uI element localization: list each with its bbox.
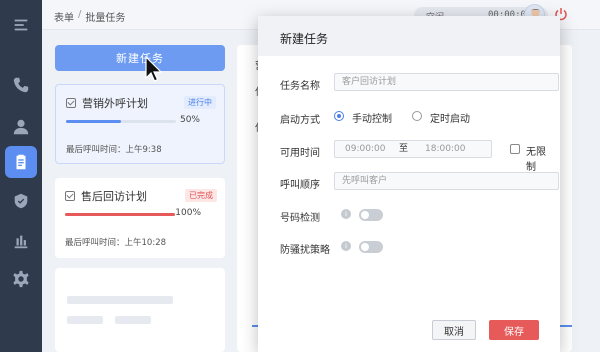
sidebar [0,0,42,352]
cancel-button[interactable]: 取消 [432,320,476,340]
last-call-time: 上午10:28 [124,238,167,248]
task-card[interactable]: 营销外呼计划 进行中 50% 最后呼叫时间： 上午9:38 [55,84,225,164]
progress-bar [66,120,176,123]
unlimited-checkbox[interactable] [510,144,520,154]
anti-harass-label: 防骚扰策略 [280,245,330,256]
breadcrumb-item[interactable]: 表单 [54,9,74,24]
clipboard-icon[interactable] [5,146,37,178]
mouse-cursor-icon [145,56,163,82]
task-check-icon [66,98,76,108]
placeholder-line [115,316,151,324]
placeholder-card [55,268,225,352]
gear-icon[interactable] [0,262,42,296]
modal-header: 新建任务 [258,16,560,56]
task-name-label: 任务名称 [280,81,320,92]
start-mode-label: 启动方式 [280,115,320,126]
call-order-label: 呼叫顺序 [280,180,320,191]
status-badge: 已完成 [185,189,217,202]
breadcrumb: 表单 / 批量任务 [54,9,125,24]
last-call-label: 最后呼叫时间： [65,238,125,248]
new-task-modal: 新建任务 任务名称 客户回访计划 启动方式 手动控制 定时启动 可用时间 09:… [258,16,560,352]
shield-icon[interactable] [0,184,42,218]
status-badge: 进行中 [184,96,216,109]
time-start: 09:00:00 [345,144,386,154]
number-check-label: 号码检测 [280,213,320,224]
last-call-label: 最后呼叫时间： [66,145,126,155]
progress-bar [65,213,175,216]
progress-fill [66,120,121,123]
progress-fill [65,213,175,216]
manual-radio-label[interactable]: 手动控制 [352,110,392,125]
task-name: 营销外呼计划 [82,97,148,110]
last-call: 最后呼叫时间： 上午9:38 [66,143,162,155]
bar-chart-icon[interactable] [0,224,42,258]
progress-label: 100% [175,208,201,218]
scheduled-radio-label[interactable]: 定时启动 [430,110,470,125]
start-mode-row: 启动方式 手动控制 定时启动 [280,107,550,127]
task-check-icon [65,191,75,201]
number-check-toggle[interactable] [359,209,383,221]
save-button[interactable]: 保存 [489,320,539,340]
available-time-row: 可用时间 09:00:00 至 18:00:00 无限制 [280,140,550,173]
task-name-row: 任务名称 客户回访计划 [280,73,559,93]
scheduled-radio[interactable] [412,111,422,121]
menu-icon[interactable] [0,8,42,42]
number-check-row: 号码检测 i [280,205,550,225]
manual-radio[interactable] [334,111,344,121]
new-task-button[interactable]: 新建任务 [55,45,225,71]
call-order-row: 呼叫顺序 先呼叫客户 [280,172,559,192]
available-time-label: 可用时间 [280,148,320,159]
breadcrumb-separator: / [78,9,82,20]
last-call: 最后呼叫时间： 上午10:28 [65,236,166,248]
call-order-select[interactable]: 先呼叫客户 [334,172,559,190]
anti-harass-toggle[interactable] [359,241,383,253]
time-end: 18:00:00 [425,144,466,154]
progress-label: 50% [179,115,200,125]
placeholder-line [67,316,103,324]
task-card[interactable]: 售后回访计划 已完成 100% 最后呼叫时间： 上午10:28 [55,178,225,258]
info-icon[interactable]: i [341,241,351,251]
time-separator: 至 [399,144,409,154]
task-name: 售后回访计划 [81,190,147,203]
time-range-input[interactable]: 09:00:00 至 18:00:00 [334,140,492,158]
anti-harass-row: 防骚扰策略 i [280,237,550,257]
unlimited-label[interactable]: 无限制 [526,143,550,173]
phone-icon[interactable] [0,68,42,102]
task-name-input[interactable]: 客户回访计划 [334,73,559,91]
info-icon[interactable]: i [341,209,351,219]
last-call-time: 上午9:38 [125,145,162,155]
breadcrumb-item: 批量任务 [85,13,126,24]
user-icon[interactable] [0,110,42,144]
placeholder-line [67,296,173,304]
modal-title: 新建任务 [280,32,329,46]
